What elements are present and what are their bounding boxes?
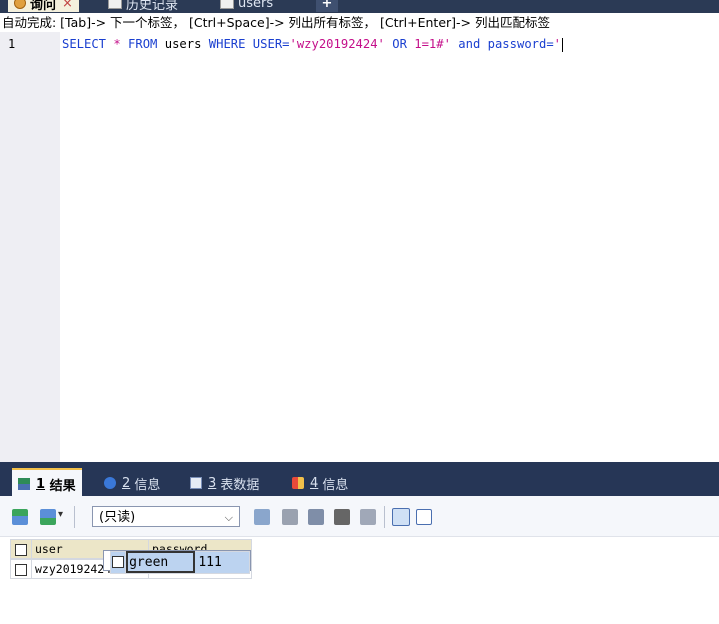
tab-info-num: 2 (122, 475, 131, 491)
kw-and: and (458, 37, 481, 51)
result-toolbar: ▾ (只读) ⌵ (0, 496, 719, 537)
token-condition: 1=1#' (414, 37, 459, 51)
tab-info-label: 信息 (134, 477, 161, 493)
toolbar-separator-2 (384, 506, 385, 528)
history-icon (108, 0, 122, 9)
select-all-checkbox[interactable] (10, 539, 32, 559)
sql-code-line[interactable]: SELECT * FROM users WHERE USER='wzy20192… (62, 36, 564, 52)
chevron-down-icon: ⌵ (224, 511, 233, 524)
toolbar-separator (74, 506, 75, 528)
result-tab-bar: 1 结果 2 信息 3 表数据 4 信息 (0, 462, 719, 498)
checkbox-icon (15, 543, 27, 556)
save-icon[interactable] (308, 509, 324, 525)
kw-select: SELECT (62, 37, 107, 51)
edit-mode-value: (只读) (99, 510, 136, 525)
export-icon[interactable] (12, 509, 28, 525)
kw-where: WHERE (208, 37, 246, 51)
tab-users[interactable]: users (220, 0, 273, 12)
token-star: * (106, 37, 129, 51)
tab-table-data-num: 3 (208, 475, 217, 491)
grid-view-icon[interactable] (392, 508, 410, 526)
tab-table-data-label: 表数据 (220, 477, 260, 493)
kw-from: FROM (128, 37, 158, 51)
token-string-user: 'wzy20192424' (289, 37, 385, 51)
token-column-password: password= (480, 37, 554, 51)
table-row[interactable]: green 111 (102, 549, 251, 574)
result-grid: user password green 111 wzy20192424 111 (10, 539, 252, 579)
line-number-gutter: 1 (0, 32, 60, 462)
query-tab-bar: 询问 × 历史记录 users + (0, 0, 719, 13)
tab-result[interactable]: 1 结果 (12, 468, 82, 498)
row-checkbox[interactable] (109, 550, 127, 574)
tab-query-label: 询问 (30, 0, 57, 13)
form-view-icon[interactable] (416, 509, 432, 525)
tab-query[interactable]: 询问 × (8, 0, 79, 13)
query-icon (14, 0, 26, 9)
edit-mode-select[interactable]: (只读) ⌵ (92, 506, 240, 527)
new-tab-button[interactable]: + (316, 0, 338, 12)
import-icon[interactable] (40, 509, 56, 525)
info-2-icon (292, 477, 304, 489)
close-icon[interactable]: × (62, 0, 73, 11)
result-grid-icon (18, 478, 30, 490)
token-string-password: ' (553, 37, 562, 51)
tab-users-label: users (238, 0, 274, 11)
tab-table-data[interactable]: 3 表数据 (184, 470, 265, 496)
token-table: users (157, 37, 209, 51)
tab-info[interactable]: 2 信息 (98, 470, 166, 496)
import-dropdown-arrow-icon[interactable]: ▾ (58, 509, 63, 520)
add-row-icon[interactable] (254, 509, 270, 525)
tab-result-num: 1 (36, 476, 46, 492)
discard-changes-icon[interactable] (360, 509, 376, 525)
info-icon (104, 477, 116, 489)
table-data-icon (190, 477, 202, 489)
table-cell[interactable]: green (125, 550, 196, 574)
checkbox-icon (111, 556, 124, 568)
tab-info-2[interactable]: 4 信息 (286, 470, 354, 496)
token-column: USER= (245, 37, 290, 51)
table-icon (220, 0, 234, 9)
kw-or: OR (384, 37, 415, 51)
sql-editor[interactable]: 1 SELECT * FROM users WHERE USER='wzy201… (0, 32, 719, 462)
row-checkbox[interactable] (10, 559, 32, 579)
tab-result-label: 结果 (49, 478, 76, 494)
table-cell[interactable]: 111 (194, 550, 250, 574)
tab-history-label: 历史记录 (126, 0, 179, 13)
tab-info-2-label: 信息 (322, 477, 349, 493)
autocomplete-hint: 自动完成: [Tab]-> 下一个标签， [Ctrl+Space]-> 列出所有… (0, 14, 719, 32)
line-number: 1 (8, 37, 16, 51)
tab-info-2-num: 4 (310, 475, 319, 491)
checkbox-icon (15, 563, 27, 576)
duplicate-row-icon[interactable] (282, 509, 298, 525)
tab-history[interactable]: 历史记录 (108, 0, 179, 13)
delete-icon[interactable] (334, 509, 350, 525)
text-caret (562, 37, 564, 52)
